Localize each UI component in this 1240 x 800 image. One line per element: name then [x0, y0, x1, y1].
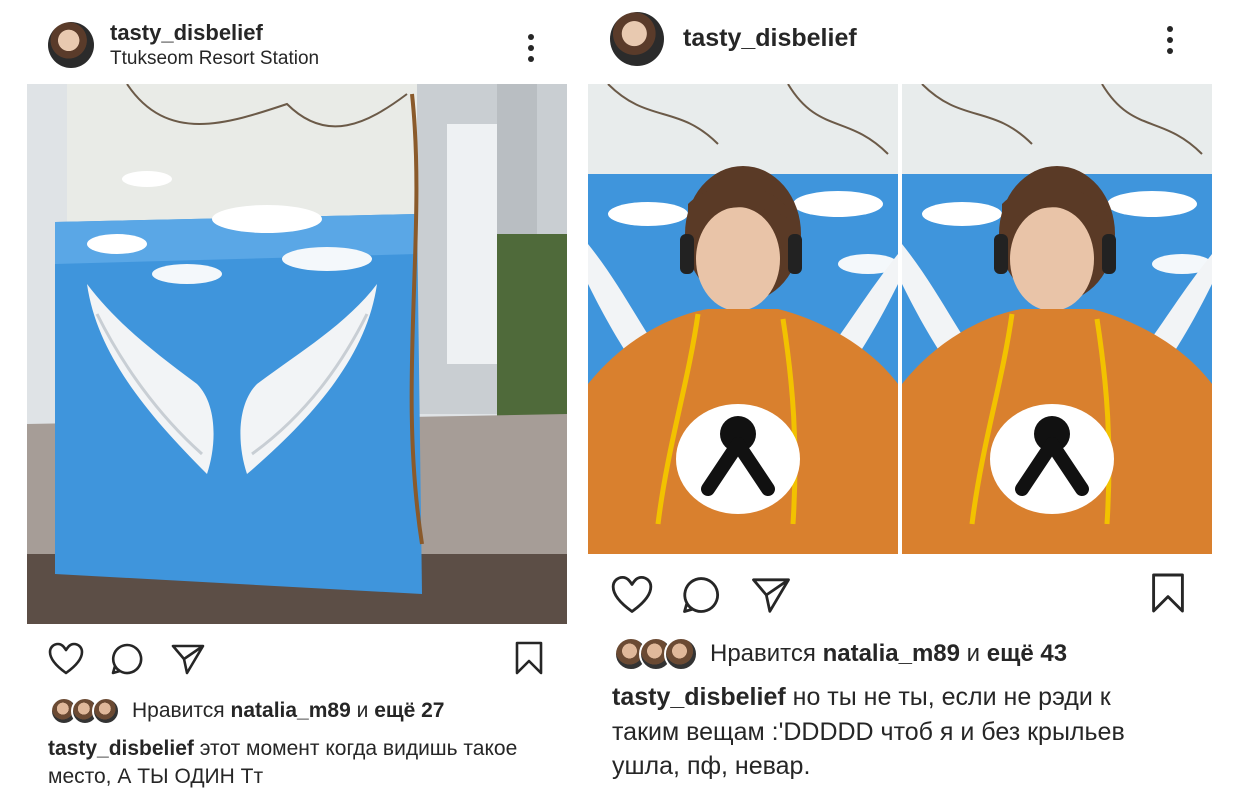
- caption-username[interactable]: tasty_disbelief: [48, 737, 194, 760]
- likes-prefix: Нравится: [710, 640, 816, 667]
- likes-others[interactable]: ещё 27: [374, 699, 444, 722]
- post-caption: tasty_disbelief этот момент когда видишь…: [48, 735, 518, 790]
- post-username[interactable]: tasty_disbelief: [110, 20, 263, 46]
- heart-icon[interactable]: [48, 642, 84, 676]
- mural-image: [27, 84, 567, 624]
- more-vertical-icon[interactable]: [528, 34, 534, 67]
- post-username[interactable]: tasty_disbelief: [683, 24, 857, 53]
- likes-connector: и: [966, 640, 981, 667]
- avatar[interactable]: [610, 12, 664, 66]
- caption-username[interactable]: tasty_disbelief: [612, 683, 786, 711]
- post-location[interactable]: Ttukseom Resort Station: [110, 48, 319, 70]
- selfie-image: [588, 84, 1213, 554]
- post-caption: tasty_disbelief но ты не ты, если не рэд…: [612, 680, 1182, 784]
- heart-icon[interactable]: [610, 575, 654, 615]
- liker-avatar: [664, 637, 698, 671]
- likes-connector: и: [356, 699, 369, 722]
- bookmark-icon[interactable]: [514, 640, 544, 676]
- post-photo[interactable]: [588, 84, 1213, 554]
- likes-summary[interactable]: Нравится natalia_m89 и ещё 27: [132, 699, 444, 723]
- bookmark-icon[interactable]: [1150, 571, 1186, 615]
- send-icon[interactable]: [170, 642, 206, 676]
- liker-avatar: [92, 697, 120, 725]
- more-vertical-icon[interactable]: [1167, 26, 1173, 59]
- comment-icon[interactable]: [110, 642, 144, 676]
- likes-prefix: Нравится: [132, 699, 225, 722]
- likes-others[interactable]: ещё 43: [987, 640, 1067, 667]
- send-icon[interactable]: [750, 575, 792, 615]
- likes-summary[interactable]: Нравится natalia_m89 и ещё 43: [710, 640, 1067, 668]
- post-photo[interactable]: [27, 84, 567, 624]
- avatar[interactable]: [48, 22, 94, 68]
- liker-username[interactable]: natalia_m89: [231, 699, 351, 722]
- comment-icon[interactable]: [681, 575, 721, 615]
- liker-username[interactable]: natalia_m89: [823, 640, 960, 667]
